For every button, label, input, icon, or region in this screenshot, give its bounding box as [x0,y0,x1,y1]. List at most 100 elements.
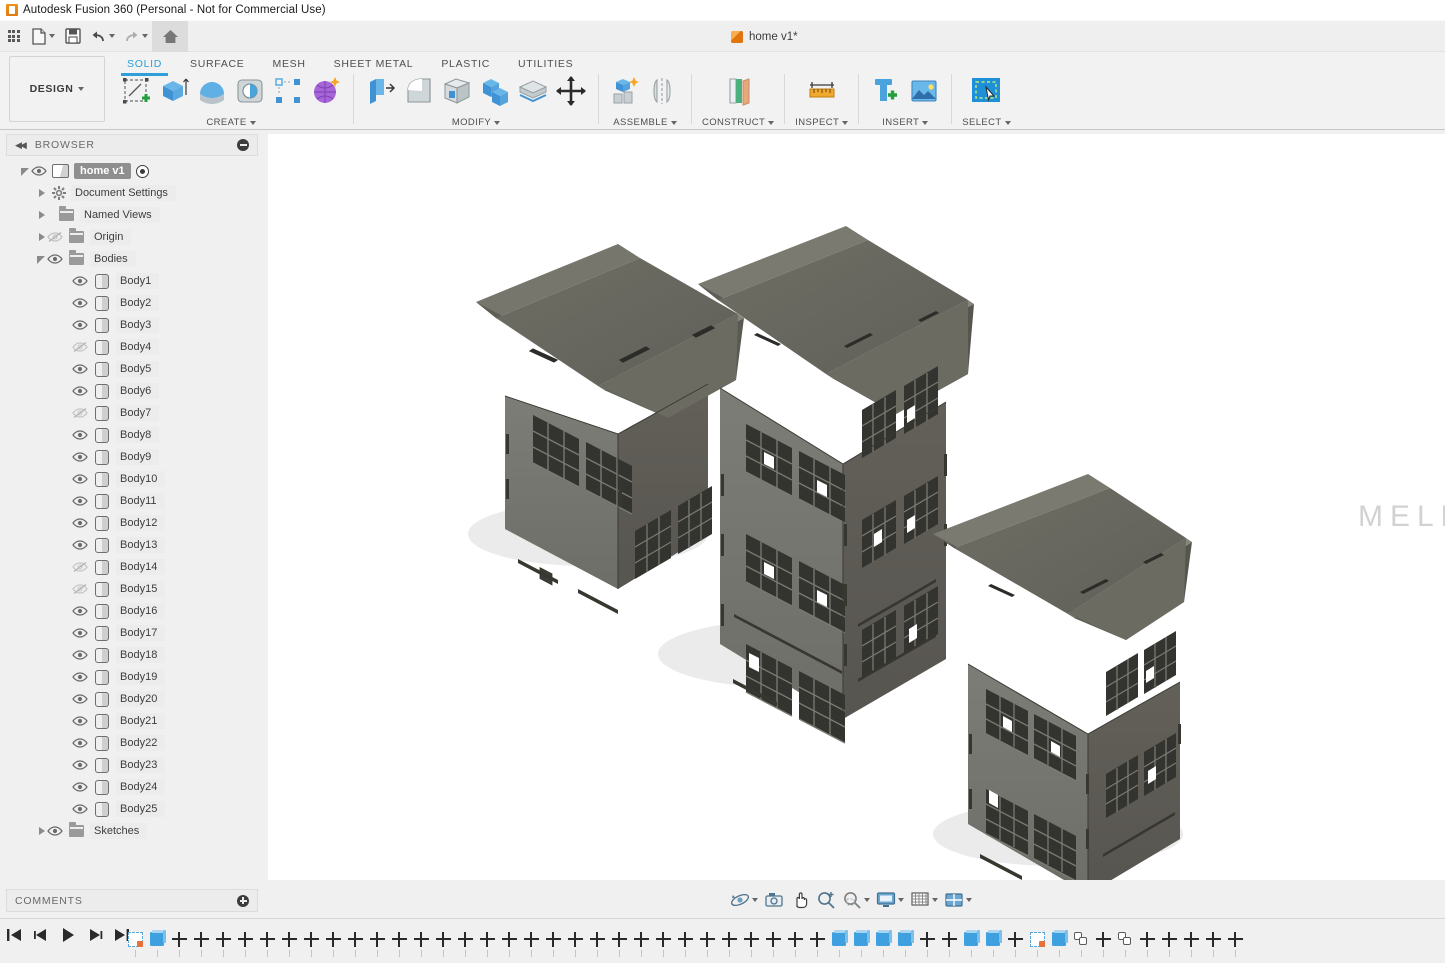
undo-button[interactable] [86,21,119,52]
timeline-feature[interactable] [982,924,1004,957]
body-label-pill[interactable]: Body1 [116,273,160,289]
comments-panel-header[interactable]: COMMENTS [6,889,258,912]
tab-mesh[interactable]: MESH [259,54,320,76]
body-label-pill[interactable]: Body6 [116,383,160,399]
assemble-group-label[interactable]: ASSEMBLE [613,117,677,128]
viewports-button[interactable] [942,888,974,912]
visibility-eye-icon[interactable] [72,537,88,553]
insert-canvas-icon[interactable] [907,74,941,108]
move-feature-icon[interactable] [567,931,583,947]
tab-sheet-metal[interactable]: SHEET METAL [320,54,428,76]
step-forward-button[interactable] [87,928,103,947]
body-label-pill[interactable]: Body22 [116,735,166,751]
body-label-pill[interactable]: Body2 [116,295,160,311]
timeline-feature[interactable] [388,924,410,957]
move-feature-icon[interactable] [171,931,187,947]
visibility-eye-icon[interactable] [47,823,63,839]
body-label-pill[interactable]: Body13 [116,537,166,553]
expand-triangle-icon[interactable] [36,254,47,265]
body-label-pill[interactable]: Body23 [116,757,166,773]
timeline-feature[interactable] [872,924,894,957]
timeline-feature[interactable] [300,924,322,957]
workspace-switcher-button[interactable]: DESIGN [9,56,105,122]
move-feature-icon[interactable] [743,931,759,947]
inspect-group-label[interactable]: INSPECT [795,117,849,128]
tree-node-named-views-pill[interactable]: Named Views [80,207,160,223]
body-label-pill[interactable]: Body9 [116,449,160,465]
timeline-feature[interactable] [718,924,740,957]
tree-node-body[interactable]: Body15 [6,578,262,600]
save-button[interactable] [59,21,86,52]
tree-node-body[interactable]: Body21 [6,710,262,732]
timeline-feature[interactable] [630,924,652,957]
show-data-panel-button[interactable] [0,21,27,52]
timeline-feature[interactable] [850,924,872,957]
body-label-pill[interactable]: Body3 [116,317,160,333]
play-button[interactable] [60,927,76,948]
visibility-eye-icon[interactable] [31,163,47,179]
create-group-label[interactable]: CREATE [206,117,256,128]
visibility-eye-icon[interactable] [72,515,88,531]
select-window-icon[interactable] [969,74,1003,108]
extrude-feature-icon[interactable] [986,929,1002,946]
body-label-pill[interactable]: Body4 [116,339,160,355]
sketch-feature-icon[interactable] [1029,931,1045,947]
body-label-pill[interactable]: Body16 [116,603,166,619]
timeline-feature[interactable] [1026,924,1048,957]
move-feature-icon[interactable] [501,931,517,947]
minimize-icon[interactable] [237,139,249,151]
timeline-feature[interactable] [564,924,586,957]
shell-icon[interactable] [440,74,474,108]
visibility-eye-icon[interactable] [47,251,63,267]
sketch-feature-icon[interactable] [127,931,143,947]
tree-node-body[interactable]: Body11 [6,490,262,512]
tree-node-body[interactable]: Body20 [6,688,262,710]
visibility-eye-icon[interactable] [72,713,88,729]
tree-node-body[interactable]: Body7 [6,402,262,424]
move-feature-icon[interactable] [633,931,649,947]
visibility-eye-off-icon[interactable] [72,581,88,597]
body-label-pill[interactable]: Body10 [116,471,166,487]
body-label-pill[interactable]: Body24 [116,779,166,795]
tree-node-body[interactable]: Body23 [6,754,262,776]
press-pull-icon[interactable] [364,74,398,108]
body-label-pill[interactable]: Body8 [116,427,160,443]
tab-utilities[interactable]: UTILITIES [504,54,587,76]
hole-feature-icon[interactable] [1074,932,1088,946]
timeline-feature[interactable] [916,924,938,957]
move-feature-icon[interactable] [523,931,539,947]
zoom-button[interactable] [814,888,838,912]
look-at-button[interactable] [762,888,786,912]
body-label-pill[interactable]: Body7 [116,405,160,421]
visibility-eye-icon[interactable] [72,295,88,311]
extrude-feature-icon[interactable] [964,929,980,946]
expand-triangle-icon[interactable] [36,188,47,199]
grid-snaps-button[interactable] [908,888,940,912]
move-feature-icon[interactable] [281,931,297,947]
file-menu-button[interactable] [27,21,59,52]
tree-node-body[interactable]: Body4 [6,336,262,358]
timeline-feature[interactable] [190,924,212,957]
tab-plastic[interactable]: PLASTIC [427,54,504,76]
move-feature-icon[interactable] [259,931,275,947]
timeline-feature[interactable] [1158,924,1180,957]
visibility-eye-off-icon[interactable] [47,229,63,245]
tree-node-root[interactable]: home v1 [6,160,262,182]
select-group-label[interactable]: SELECT [962,117,1011,128]
visibility-eye-icon[interactable] [72,735,88,751]
tree-node-origin-pill[interactable]: Origin [90,229,132,245]
tab-surface[interactable]: SURFACE [176,54,259,76]
timeline-feature[interactable] [960,924,982,957]
tree-node-body[interactable]: Body24 [6,776,262,798]
body-label-pill[interactable]: Body20 [116,691,166,707]
move-feature-icon[interactable] [919,931,935,947]
expand-triangle-icon[interactable] [36,210,47,221]
visibility-eye-icon[interactable] [72,273,88,289]
combine-icon[interactable] [478,74,512,108]
body-label-pill[interactable]: Body14 [116,559,166,575]
timeline-feature[interactable] [366,924,388,957]
insert-group-label[interactable]: INSERT [882,117,929,128]
move-feature-icon[interactable] [1205,931,1221,947]
body-label-pill[interactable]: Body15 [116,581,166,597]
display-settings-button[interactable] [874,888,906,912]
